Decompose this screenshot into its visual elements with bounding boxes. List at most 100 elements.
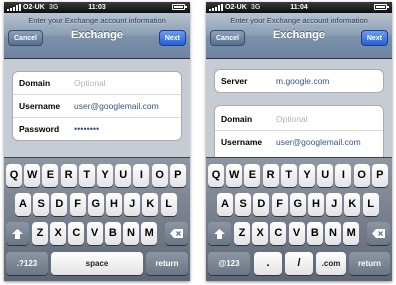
cancel-button[interactable]: Cancel	[210, 30, 245, 46]
battery-icon	[172, 4, 187, 10]
key-c[interactable]: C	[270, 222, 287, 245]
username-input[interactable]: user@googlemail.com	[276, 131, 361, 153]
key-o[interactable]: O	[353, 164, 370, 187]
account-fields-group: Domain Optional Username user@googlemail…	[12, 71, 182, 141]
key-q[interactable]: Q	[208, 164, 224, 187]
status-bar: O2-UK 3G 11:04	[206, 2, 392, 13]
key-z[interactable]: Z	[32, 222, 48, 245]
shift-key[interactable]	[208, 222, 231, 245]
key-a[interactable]: A	[217, 193, 233, 216]
domain-input[interactable]: Optional	[276, 108, 308, 130]
username-field[interactable]: Username user@googlemail.com	[215, 131, 383, 153]
key-p[interactable]: P	[371, 164, 388, 187]
account-fields-group: Domain Optional Username user@googlemail…	[214, 105, 384, 157]
next-button[interactable]: Next	[158, 30, 186, 46]
delete-key[interactable]	[165, 222, 188, 245]
key-r[interactable]: R	[60, 164, 77, 187]
key-r[interactable]: R	[262, 164, 279, 187]
username-input[interactable]: user@googlemail.com	[74, 95, 159, 117]
key-i[interactable]: I	[335, 164, 352, 187]
key-a[interactable]: A	[15, 193, 31, 216]
username-label: Username	[221, 137, 263, 147]
key-m[interactable]: M	[141, 222, 158, 245]
key-h[interactable]: H	[308, 193, 324, 216]
key-m[interactable]: M	[343, 222, 360, 245]
status-bar: O2-UK 3G 11:03	[4, 2, 190, 13]
username-field[interactable]: Username user@googlemail.com	[13, 95, 181, 118]
key-o[interactable]: O	[151, 164, 168, 187]
navigation-bar: Enter your Exchange account information …	[4, 13, 190, 59]
key-k[interactable]: K	[344, 193, 361, 216]
dot-key[interactable]: .	[254, 252, 282, 275]
keyboard: @123 . / .com return QWERTYUIOP ASDFGHJKL…	[206, 157, 392, 281]
key-t[interactable]: T	[78, 164, 95, 187]
key-l[interactable]: L	[362, 193, 379, 216]
key-k[interactable]: K	[142, 193, 159, 216]
cancel-button[interactable]: Cancel	[8, 30, 43, 46]
nav-prompt: Enter your Exchange account information	[28, 16, 166, 25]
key-y[interactable]: Y	[299, 164, 315, 187]
key-w[interactable]: W	[226, 164, 243, 187]
domain-label: Domain	[221, 114, 253, 124]
key-b[interactable]: B	[306, 222, 323, 245]
key-j[interactable]: J	[326, 193, 343, 216]
account-form: Domain Optional Username user@googlemail…	[4, 59, 190, 157]
return-key[interactable]: return	[146, 252, 188, 275]
domain-field[interactable]: Domain Optional	[13, 72, 181, 95]
next-button[interactable]: Next	[360, 30, 388, 46]
key-h[interactable]: H	[106, 193, 122, 216]
key-s[interactable]: S	[235, 193, 252, 216]
key-t[interactable]: T	[280, 164, 297, 187]
domain-field[interactable]: Domain Optional	[215, 108, 383, 131]
keyboard: .?123 space return QWERTYUIOP ASDFGHJKL ZX…	[4, 157, 190, 281]
return-key[interactable]: return	[349, 252, 390, 275]
key-c[interactable]: C	[68, 222, 85, 245]
key-x[interactable]: X	[50, 222, 67, 245]
shift-key[interactable]	[6, 222, 29, 245]
status-time: 11:03	[88, 4, 106, 11]
password-input[interactable]: ••••••••	[74, 118, 99, 140]
password-field[interactable]: Password ••••••••	[13, 118, 181, 140]
server-input[interactable]: m.google.com	[276, 70, 329, 92]
key-u[interactable]: U	[317, 164, 334, 187]
key-v[interactable]: V	[86, 222, 103, 245]
numbers-mode-key[interactable]: .?123	[6, 252, 48, 275]
key-j[interactable]: J	[124, 193, 141, 216]
key-w[interactable]: W	[24, 164, 41, 187]
key-n[interactable]: N	[123, 222, 139, 245]
key-b[interactable]: B	[104, 222, 121, 245]
key-i[interactable]: I	[133, 164, 150, 187]
slash-key[interactable]: /	[285, 252, 313, 275]
key-d[interactable]: D	[253, 193, 270, 216]
key-e[interactable]: E	[244, 164, 261, 187]
delete-key[interactable]	[367, 222, 390, 245]
domain-input[interactable]: Optional	[74, 72, 106, 94]
account-form: Server m.google.com Domain Optional User…	[206, 59, 392, 157]
key-y[interactable]: Y	[97, 164, 113, 187]
key-e[interactable]: E	[42, 164, 59, 187]
key-n[interactable]: N	[325, 222, 341, 245]
server-field[interactable]: Server m.google.com	[215, 70, 383, 92]
key-p[interactable]: P	[169, 164, 186, 187]
server-label: Server	[221, 76, 248, 86]
dotcom-key[interactable]: .com	[316, 252, 346, 275]
key-f[interactable]: F	[69, 193, 86, 216]
key-l[interactable]: L	[160, 193, 177, 216]
key-g[interactable]: G	[87, 193, 104, 216]
key-f[interactable]: F	[271, 193, 288, 216]
key-u[interactable]: U	[115, 164, 132, 187]
key-x[interactable]: X	[252, 222, 269, 245]
shift-arrow-icon	[214, 228, 225, 239]
server-group: Server m.google.com	[214, 69, 384, 93]
numbers-mode-key[interactable]: @123	[208, 252, 250, 275]
key-g[interactable]: G	[289, 193, 306, 216]
key-z[interactable]: Z	[234, 222, 250, 245]
key-v[interactable]: V	[288, 222, 305, 245]
space-key[interactable]: space	[51, 252, 143, 275]
key-d[interactable]: D	[51, 193, 68, 216]
battery-icon	[374, 4, 389, 10]
navigation-bar: Enter your Exchange account information …	[206, 13, 392, 59]
delete-backspace-icon	[170, 229, 183, 238]
key-q[interactable]: Q	[6, 164, 22, 187]
key-s[interactable]: S	[33, 193, 50, 216]
